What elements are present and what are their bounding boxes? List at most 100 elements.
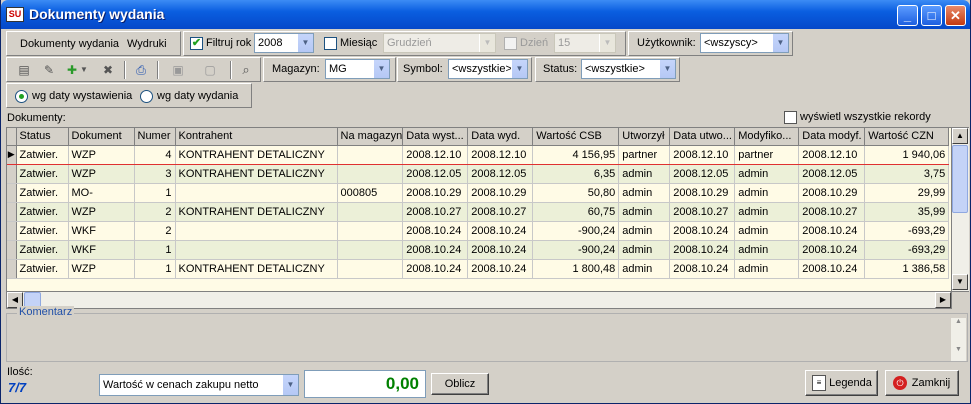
status-filter-bar: Status: <wszystkie> ▼ [535, 57, 680, 82]
day-checkbox[interactable] [504, 37, 517, 50]
warehouse-value: MG [329, 63, 347, 75]
table-row[interactable]: Zatwier. WZP 1 KONTRAHENT DETALICZNY 2008.10… [7, 259, 950, 279]
column-header[interactable]: Na magazyn [337, 128, 404, 146]
table-cell: 2008.10.24 [669, 259, 736, 279]
menu-documents[interactable]: Dokumenty wydania [20, 38, 119, 50]
legend-button[interactable]: ≡ Legenda [805, 370, 878, 396]
minimize-button[interactable]: _ [897, 5, 918, 26]
table-cell: Zatwier. [16, 164, 69, 184]
year-value: 2008 [258, 37, 283, 49]
dropdown-arrow-icon[interactable]: ▼ [79, 61, 89, 79]
column-header[interactable]: Data wyst... [402, 128, 469, 146]
table-cell: -900,24 [532, 221, 620, 241]
date-filter-bar: ✔ Filtruj rok 2008 ▼ Miesiąc Grudzień ▼ Dz… [183, 31, 626, 56]
warehouse-select[interactable]: MG ▼ [325, 59, 390, 79]
column-header[interactable]: Utworzył [618, 128, 671, 146]
table-cell: 1 386,58 [864, 259, 950, 279]
table-row[interactable]: Zatwier. WZP 2 KONTRAHENT DETALICZNY 2008.10… [7, 202, 950, 222]
by-release-radio[interactable] [140, 90, 153, 103]
comment-scrollbar[interactable]: ▲ ▼ [951, 318, 966, 361]
table-cell: 2008.10.24 [467, 259, 534, 279]
column-header[interactable]: Kontrahent [175, 128, 338, 146]
scroll-down-icon[interactable]: ▼ [952, 274, 968, 290]
symbol-filter-bar: Symbol: <wszystkie> ▼ [397, 57, 532, 82]
status-select[interactable]: <wszystkie> ▼ [581, 59, 676, 79]
table-row[interactable]: Zatwier. MO- 1 000805 2008.10.29 2008.10.29 50… [7, 183, 950, 203]
title-bar[interactable]: SU Dokumenty wydania _ □ ✕ [1, 0, 970, 29]
table-cell: 2008.10.27 [798, 202, 866, 222]
scroll-up-icon[interactable]: ▲ [951, 318, 966, 325]
symbol-select[interactable]: <wszystkie> ▼ [448, 59, 528, 79]
header-indicator [7, 128, 17, 146]
column-header[interactable]: Wartość CSB [532, 128, 620, 146]
search-icon[interactable]: ⌕ [237, 61, 255, 79]
main-window: SU Dokumenty wydania _ □ ✕ Dokumenty wyd… [0, 0, 971, 404]
column-header[interactable]: Modyfiko... [734, 128, 800, 146]
day-select[interactable]: 15 ▼ [554, 33, 616, 53]
column-header[interactable]: Dokument [68, 128, 135, 146]
year-filter-checkbox[interactable]: ✔ [190, 37, 203, 50]
table-cell: admin [734, 240, 800, 260]
window-title: Dokumenty wydania [29, 6, 165, 22]
table-cell: Zatwier. [16, 144, 69, 165]
column-header[interactable]: Status [16, 128, 69, 146]
day-value: 15 [558, 37, 571, 49]
action-toolbar: ▤ ✎ ✚ ▼ ✖ ⎙ ▣ ▢ ⌕ [6, 57, 261, 82]
table-row[interactable]: Zatwier. WKF 2 2008.10.24 2008.10.24 -900,24 a… [7, 221, 950, 241]
maximize-button[interactable]: □ [921, 5, 942, 26]
month-checkbox[interactable] [324, 37, 337, 50]
column-header[interactable]: Data modyf. [798, 128, 866, 146]
close-window-button[interactable]: ✕ [945, 5, 966, 26]
table-row[interactable]: Zatwier. WZP 3 KONTRAHENT DETALICZNY 2008.12… [7, 164, 950, 184]
year-select[interactable]: 2008 ▼ [254, 33, 314, 53]
row-indicator [7, 202, 17, 222]
table-cell: admin [734, 164, 800, 184]
table-cell: 2008.10.29 [402, 183, 469, 203]
column-header[interactable]: Data utwo... [669, 128, 736, 146]
unlock-icon[interactable]: ▢ [201, 61, 219, 79]
chevron-down-icon: ▼ [511, 60, 527, 78]
vertical-scrollbar[interactable]: ▲ ▼ [952, 127, 969, 292]
scroll-up-icon[interactable]: ▲ [952, 128, 968, 144]
close-button[interactable]: ⏻ Zamknij [885, 370, 959, 396]
user-select[interactable]: <wszyscy> ▼ [700, 33, 789, 53]
table-cell: KONTRAHENT DETALICZNY [175, 202, 338, 222]
horizontal-scrollbar[interactable]: ◀ ▶ [6, 292, 952, 309]
edit-document-icon[interactable]: ✎ [40, 61, 58, 79]
table-cell [337, 221, 404, 241]
table-cell: 3,75 [864, 164, 950, 184]
column-header[interactable]: Data wyd. [467, 128, 534, 146]
by-issue-label: wg daty wystawienia [32, 90, 133, 102]
table-cell: admin [734, 221, 800, 241]
documents-label: Dokumenty: [7, 112, 66, 124]
user-value: <wszyscy> [704, 37, 758, 49]
value-type-select[interactable]: Wartość w cenach zakupu netto ▼ [99, 374, 299, 396]
value-type-value: Wartość w cenach zakupu netto [103, 379, 259, 391]
by-issue-radio[interactable] [15, 90, 28, 103]
print-icon[interactable]: ⎙ [132, 61, 150, 79]
show-all-checkbox[interactable] [784, 111, 797, 124]
documents-table: Status Dokument Numer Kontrahent Na magazyn D… [6, 127, 952, 292]
column-header[interactable]: Numer [134, 128, 176, 146]
lock-icon[interactable]: ▣ [169, 61, 187, 79]
calculate-button[interactable]: Oblicz [431, 373, 489, 395]
table-cell: WKF [68, 221, 135, 241]
row-indicator [7, 240, 17, 260]
table-cell: KONTRAHENT DETALICZNY [175, 144, 338, 165]
column-header[interactable]: Wartość CZN [864, 128, 950, 146]
comment-textarea[interactable] [8, 322, 948, 360]
table-cell: WZP [68, 202, 135, 222]
delete-document-icon[interactable]: ✖ [99, 61, 117, 79]
scroll-down-icon[interactable]: ▼ [951, 346, 966, 353]
scroll-right-icon[interactable]: ▶ [935, 292, 951, 308]
new-document-icon[interactable]: ▤ [15, 61, 33, 79]
table-row[interactable]: ▶ Zatwier. WZP 4 KONTRAHENT DETALICZNY 2008.1… [7, 144, 950, 165]
vertical-scroll-thumb[interactable] [952, 145, 968, 213]
month-select[interactable]: Grudzień ▼ [383, 33, 496, 53]
day-label: Dzień [520, 37, 549, 49]
menu-prints[interactable]: Wydruki [127, 38, 167, 50]
table-cell: partner [618, 144, 671, 165]
table-row[interactable]: Zatwier. WKF 1 2008.10.24 2008.10.24 -900,24 a… [7, 240, 950, 260]
table-cell: 50,80 [532, 183, 620, 203]
table-cell: 2008.10.29 [467, 183, 534, 203]
